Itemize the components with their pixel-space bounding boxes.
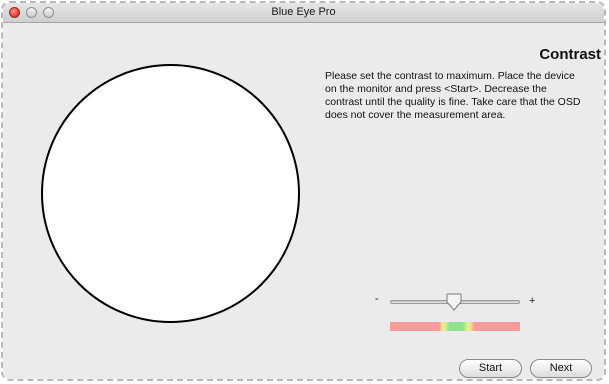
measurement-circle xyxy=(41,64,300,323)
start-button[interactable]: Start xyxy=(459,359,522,378)
app-window: Blue Eye Pro Contrast Please set the con… xyxy=(3,3,604,379)
slider-max-label: + xyxy=(529,295,536,307)
page-heading: Contrast xyxy=(539,46,601,63)
quality-indicator-bar xyxy=(390,322,520,331)
slider-min-label: - xyxy=(375,293,379,305)
instructions-text: Please set the contrast to maximum. Plac… xyxy=(325,70,581,121)
contrast-slider-thumb[interactable] xyxy=(446,293,462,311)
next-button[interactable]: Next xyxy=(530,359,592,378)
window-title: Blue Eye Pro xyxy=(271,6,336,18)
title-bar[interactable]: Blue Eye Pro xyxy=(3,3,604,23)
